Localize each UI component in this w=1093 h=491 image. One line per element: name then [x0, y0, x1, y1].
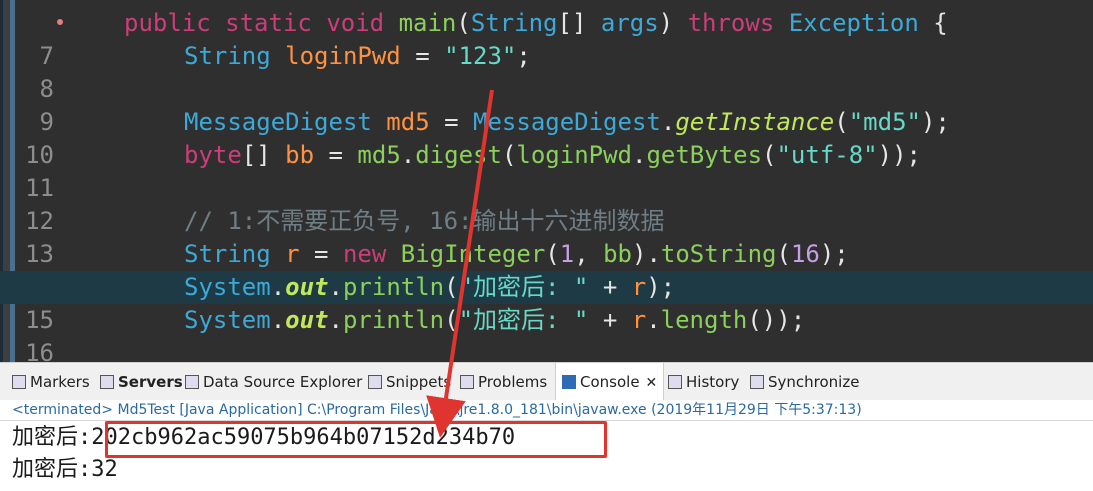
tab-console[interactable]: Console ✕: [555, 363, 665, 401]
console-line-2: 加密后:32: [12, 455, 118, 485]
code-line-8[interactable]: 8 String loginPwd = "123";: [0, 40, 1093, 103]
code-text: String loginPwd = "123";: [184, 42, 531, 70]
tab-servers[interactable]: Servers: [100, 363, 183, 401]
snippets-icon: [368, 375, 382, 389]
view-tab-bar: Markers Servers Data Source Explorer Sni…: [0, 362, 1093, 401]
code-line-13[interactable]: 13 // 1:不需要正负号, 16:输出十六进制数据: [0, 205, 1093, 268]
code-text: String r = new BigInteger(1, bb).toStrin…: [184, 240, 849, 268]
output-prefix: 加密后:: [12, 425, 92, 450]
tab-problems[interactable]: Problems: [460, 363, 547, 401]
code-editor[interactable]: 7 public static void main(String[] args)…: [0, 0, 1093, 362]
code-text: System.out.println("加密后: " + r.length())…: [184, 306, 806, 334]
code-line-11[interactable]: 11 byte[] bb = md5.digest(loginPwd.getBy…: [0, 139, 1093, 202]
code-line-10[interactable]: 10 MessageDigest md5 = MessageDigest.get…: [0, 106, 1093, 169]
tab-markers[interactable]: Markers: [12, 363, 90, 401]
tab-synchronize[interactable]: Synchronize: [750, 363, 859, 401]
output-prefix: 加密后:: [12, 457, 92, 482]
close-icon[interactable]: ✕: [646, 375, 658, 391]
servers-icon: [100, 375, 114, 389]
code-text: System.out.println("加密后: " + r);: [184, 273, 676, 301]
code-comment: // 1:不需要正负号, 16:输出十六进制数据: [184, 207, 665, 235]
code-text: public static void main(String[] args) t…: [124, 9, 948, 37]
code-line-12[interactable]: 12: [0, 172, 1093, 235]
code-line-14[interactable]: 14 String r = new BigInteger(1, bb).toSt…: [0, 238, 1093, 301]
code-text: byte[] bb = md5.digest(loginPwd.getBytes…: [184, 141, 921, 169]
console-icon: [562, 375, 576, 389]
data-source-icon: [185, 375, 199, 389]
synchronize-icon: [750, 375, 764, 389]
tab-history[interactable]: History: [668, 363, 739, 401]
tab-data-source-explorer[interactable]: Data Source Explorer: [185, 363, 362, 401]
code-line-17[interactable]: 17: [0, 337, 1093, 362]
console-status-line: <terminated> Md5Test [Java Application] …: [0, 400, 1093, 420]
code-line-7[interactable]: 7 public static void main(String[] args)…: [0, 7, 1093, 70]
history-icon: [668, 375, 682, 389]
tab-snippets[interactable]: Snippets: [368, 363, 451, 401]
code-line-16[interactable]: 16 System.out.println("加密后: " + r.length…: [0, 304, 1093, 362]
hash-length-value: 32: [91, 457, 118, 482]
breakpoint-icon: [57, 19, 63, 25]
red-highlight-box: [105, 421, 607, 458]
code-text: MessageDigest md5 = MessageDigest.getIns…: [184, 108, 950, 136]
code-line-15-current[interactable]: 15 System.out.println("加密后: " + r);: [0, 271, 1093, 334]
markers-icon: [12, 375, 26, 389]
problems-icon: [460, 375, 474, 389]
code-line-9[interactable]: 9: [0, 73, 1093, 136]
